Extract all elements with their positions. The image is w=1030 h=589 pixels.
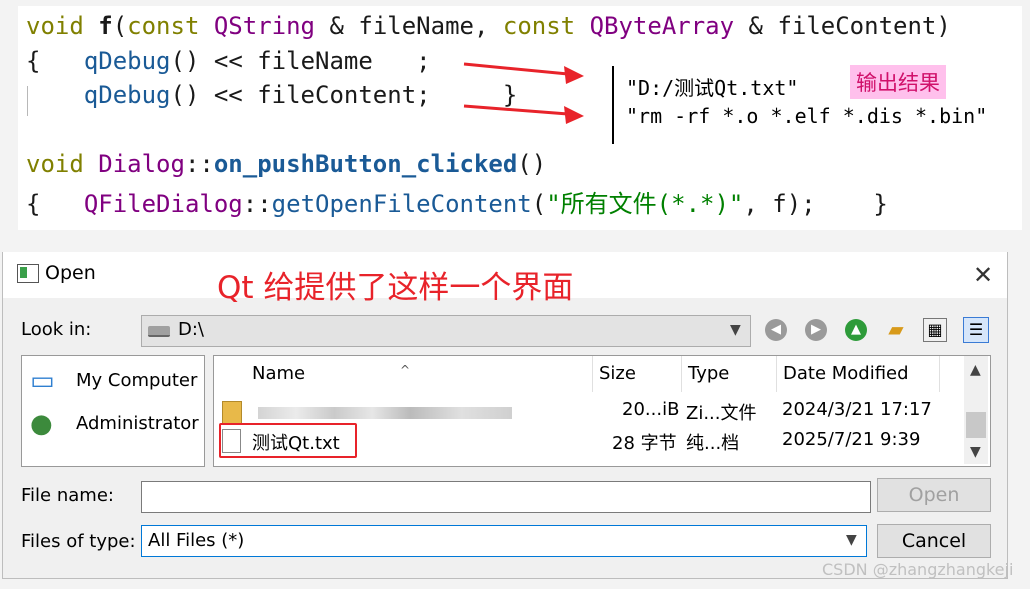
parent-directory-icon[interactable]: ▲ — [845, 319, 867, 341]
sort-ascending-icon: ^ — [400, 363, 411, 377]
chevron-down-icon: ▼ — [846, 532, 857, 548]
files-of-type-value: All Files (*) — [148, 530, 245, 551]
title-bar: Open Qt 给提供了这样一个界面 ✕ — [3, 252, 1007, 306]
files-of-type-combo[interactable]: All Files (*) ▼ — [141, 525, 867, 557]
code-line-1: void f(const QString & fileName, const Q… — [26, 12, 951, 40]
dialog-title: Open — [45, 262, 96, 284]
file-list: Name ^ Size Type Date Modified 20...iB Z… — [213, 355, 991, 467]
chevron-down-icon: ▼ — [730, 322, 741, 338]
blurred-file-name — [258, 407, 512, 419]
look-in-value: D:\ — [178, 319, 204, 340]
open-button[interactable]: Open — [877, 478, 991, 512]
new-folder-icon[interactable]: ▰ — [883, 316, 909, 342]
dialog-annotation: Qt 给提供了这样一个界面 — [217, 270, 574, 306]
column-header-name[interactable]: Name ^ — [214, 356, 593, 392]
chevron-up-icon[interactable]: ▲ — [970, 362, 981, 378]
output-panel: "D:/测试Qt.txt" "rm -rf *.o *.elf *.dis *.… — [612, 66, 1030, 144]
user-icon: ● — [30, 409, 53, 439]
file-row[interactable]: 20...iB Zi...文件 2024/3/21 17:17 — [214, 396, 964, 426]
vertical-scrollbar[interactable]: ▲ ▼ — [964, 356, 988, 464]
chevron-down-icon[interactable]: ▼ — [970, 444, 981, 460]
file-name-label: File name: — [21, 485, 114, 506]
computer-icon: ▭ — [30, 366, 55, 396]
sidebar-places: ▭ My Computer ● Administrator — [21, 355, 205, 467]
files-of-type-label: Files of type: — [21, 531, 136, 552]
column-header-date-modified[interactable]: Date Modified — [777, 356, 940, 392]
output-line-1: "D:/测试Qt.txt" — [626, 76, 799, 100]
zip-folder-icon — [222, 401, 242, 425]
output-line-2: "rm -rf *.o *.elf *.dis *.bin" — [626, 104, 988, 128]
drive-icon — [148, 326, 170, 337]
sidebar-item-administrator[interactable]: ● Administrator — [30, 407, 204, 443]
sidebar-item-my-computer[interactable]: ▭ My Computer — [30, 364, 204, 400]
code-line-5: { QFileDialog::getOpenFileContent("所有文件(… — [26, 190, 888, 218]
watermark: CSDN @zhangzhangkeji — [822, 560, 1014, 579]
highlight-annotation-box — [219, 423, 357, 458]
cancel-button[interactable]: Cancel — [877, 524, 991, 558]
code-line-4: void Dialog::on_pushButton_clicked() — [26, 150, 547, 178]
column-header-size[interactable]: Size — [593, 356, 682, 392]
forward-icon[interactable]: ▶ — [805, 319, 827, 341]
column-header-type[interactable]: Type — [682, 356, 777, 392]
open-dialog: Open Qt 给提供了这样一个界面 ✕ Look in: D:\ ▼ ◀ ▶ … — [2, 252, 1008, 579]
code-line-2: { qDebug() << fileName ; — [26, 47, 431, 75]
app-window-icon — [17, 264, 39, 283]
list-view-icon[interactable]: ▦ — [923, 318, 947, 342]
close-icon[interactable]: ✕ — [969, 261, 997, 289]
back-icon[interactable]: ◀ — [765, 319, 787, 341]
scrollbar-thumb[interactable] — [966, 412, 986, 438]
look-in-label: Look in: — [21, 319, 92, 340]
file-name-input[interactable] — [141, 481, 871, 513]
look-in-combo[interactable]: D:\ ▼ — [141, 315, 751, 347]
arrow-icon — [463, 62, 584, 124]
code-line-3: qDebug() << fileContent; } — [83, 81, 518, 109]
detail-view-icon[interactable]: ☰ — [963, 317, 989, 343]
output-result-tag: 输出结果 — [850, 65, 946, 99]
